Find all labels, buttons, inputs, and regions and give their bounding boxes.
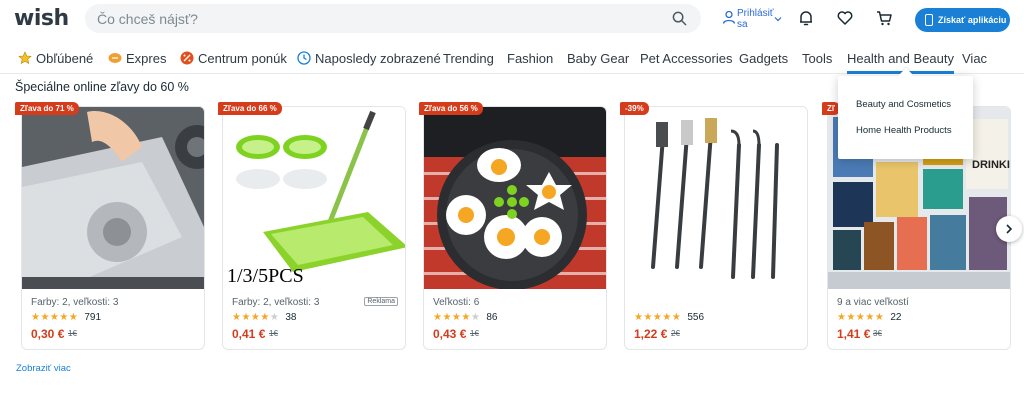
get-app-label: Získať aplikáciu [938,15,1007,25]
product-image[interactable] [424,107,606,289]
ad-label: Reklama [364,297,398,306]
product-card[interactable]: Veľkosti: 6 ★★★★★ 86 0,43 € 1€ [423,106,607,350]
review-count: 86 [486,312,498,323]
nav-label: Centrum ponúk [198,51,287,66]
nav-label: Fashion [507,51,554,66]
dropdown-item-beauty-cosmetics[interactable]: Beauty and Cosmetics [856,99,951,110]
bell-icon[interactable] [797,9,815,27]
old-price: 1€ [470,329,479,338]
old-price: 2€ [671,329,680,338]
cart-icon[interactable] [875,9,893,27]
discount-badge: Zľava do 71 % [15,102,79,115]
nav-label: Baby Gear [567,51,630,66]
phone-icon [925,14,933,26]
product-card[interactable]: Farby: 2, veľkosti: 3 ★★★★★ 791 0,30 € 1… [21,106,205,350]
product-image[interactable] [22,107,204,289]
chevron-right-icon [1006,224,1013,234]
nav-item-gadgets[interactable]: Gadgets [739,51,788,73]
header: wish Prihlásiť sa Získať aplikáciu [0,0,1024,40]
chevron-down-icon [774,17,782,22]
rating-stars: ★★★★★ [634,312,682,323]
review-count: 791 [84,312,102,323]
nav-label: Pet Accessories [640,51,733,66]
rating: ★★★★★ 86 [433,312,497,323]
search-bar[interactable] [85,4,701,33]
variant-info: Veľkosti: 6 [433,297,480,308]
nav-label: Health and Beauty [847,51,954,66]
price: 0,41 € [232,327,266,341]
nav-label: Naposledy zobrazené [315,51,441,66]
rating: ★★★★★ 22 [837,312,901,323]
price: 0,43 € [433,327,467,341]
nav-item-recently-viewed[interactable]: Naposledy zobrazené [297,51,441,73]
nav-item-trending[interactable]: Trending [443,51,494,73]
rating: ★★★★★ 791 [31,312,101,323]
discount-badge: Zľava do 66 % [218,102,282,115]
variant-info: Farby: 2, veľkosti: 3 [31,297,119,308]
review-count: 22 [890,312,902,323]
nav-label: Gadgets [739,51,789,66]
nav-label: Trending [443,51,494,66]
nav-item-health-and-beauty[interactable]: Health and Beauty [847,51,954,74]
price: 1,41 € [837,327,871,341]
rating: ★★★★★ 556 [634,312,704,323]
price: 0,30 € [31,327,65,341]
product-card[interactable]: ★★★★★ 556 1,22 € 2€ [624,106,808,350]
rating-stars: ★★★★★ [433,312,481,323]
discount-badge: Zľava do 56 % [419,102,483,115]
nav-label: Expres [126,51,167,66]
nav-item-favorites[interactable]: Obľúbené [18,51,93,73]
nav-item-tools[interactable]: Tools [802,51,832,73]
star-icon [18,51,32,65]
rating-stars: ★★★★★ [837,312,885,323]
nav-label: Viac [962,51,988,66]
old-price: 3€ [873,329,882,338]
nav-item-fashion[interactable]: Fashion [507,51,553,73]
rating: ★★★★★ 38 [232,312,296,323]
review-count: 556 [687,312,705,323]
old-price: 1€ [269,329,278,338]
rating-stars: ★★★★★ [31,312,79,323]
nav-item-deals[interactable]: Centrum ponúk [180,51,287,73]
product-image[interactable] [223,107,405,289]
nav-label: Tools [802,51,833,66]
section-title: Špeciálne online zľavy do 60 % [15,80,189,94]
carousel-next-button[interactable] [996,216,1022,242]
wish-logo[interactable]: wish [14,6,69,31]
clock-icon [297,51,311,65]
nav-item-baby-gear[interactable]: Baby Gear [567,51,629,73]
review-count: 38 [285,312,297,323]
variant-info: Farby: 2, veľkosti: 3 [232,297,320,308]
deals-icon [180,51,194,65]
heart-icon[interactable] [836,9,854,27]
nav-item-pet-accessories[interactable]: Pet Accessories [640,51,733,73]
category-dropdown: Beauty and Cosmetics Home Health Product… [838,76,973,159]
search-icon[interactable] [672,11,687,26]
dropdown-item-home-health[interactable]: Home Health Products [856,125,952,136]
nav-item-more[interactable]: Viac [962,51,987,73]
nav-item-express[interactable]: Expres [108,51,166,73]
get-app-button[interactable]: Získať aplikáciu [915,8,1010,32]
login-label: Prihlásiť sa [737,8,774,30]
product-card[interactable]: 1/3/5PCS Farby: 2, veľkosti: 3 Reklama ★… [222,106,406,350]
old-price: 1€ [68,329,77,338]
nav-label: Obľúbené [36,51,94,66]
price: 1,22 € [634,327,668,341]
login-button[interactable]: Prihlásiť sa [722,8,784,34]
category-nav: Obľúbené Expres Centrum ponúk Naposledy … [0,44,1024,74]
product-image[interactable] [625,107,807,289]
express-icon [108,53,122,63]
rating-stars: ★★★★★ [232,312,280,323]
discount-badge: -39% [620,102,649,115]
user-icon [722,10,736,24]
image-caption: 1/3/5PCS [227,265,304,287]
search-input[interactable] [97,4,657,33]
show-more-link[interactable]: Zobraziť viac [16,363,71,374]
variant-info: 9 a viac veľkostí [837,297,909,308]
image-caption: DRINKING [972,159,1010,171]
